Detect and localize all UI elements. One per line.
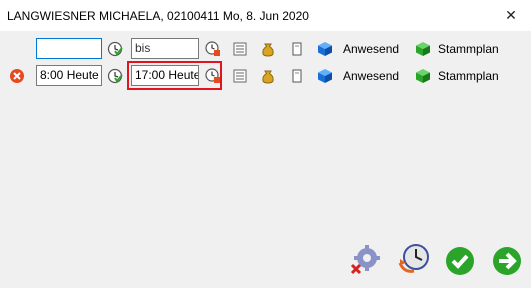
blue-cube-icon[interactable] — [317, 41, 333, 57]
from-time-input[interactable]: 8:00 Heute — [36, 65, 102, 86]
from-time-input[interactable] — [36, 38, 102, 59]
check-icon — [446, 247, 474, 275]
settings-cancel-button[interactable] — [350, 243, 382, 275]
status-label: Anwesend — [343, 42, 400, 56]
time-entry-row-2: 8:00 Heute 17:00 Heute Anwesend Stammpla… — [0, 61, 531, 90]
green-cube-icon[interactable] — [415, 68, 431, 84]
clock-check-icon[interactable] — [107, 68, 123, 84]
green-cube-icon[interactable] — [415, 41, 431, 57]
money-bag-icon[interactable] — [260, 68, 276, 84]
clock-stop-icon[interactable] — [205, 41, 221, 57]
status-label: Anwesend — [343, 69, 400, 83]
plan-label: Stammplan — [438, 69, 499, 83]
main-content: bis Anwesend Stammplan 8:00 Heute 17:00 … — [0, 31, 531, 288]
clock-stop-icon[interactable] — [205, 68, 221, 84]
to-time-input[interactable]: 17:00 Heute — [131, 65, 199, 86]
plan-label: Stammplan — [438, 42, 499, 56]
notes-icon[interactable] — [232, 41, 248, 57]
blue-cube-icon[interactable] — [317, 68, 333, 84]
time-entry-row-1: bis Anwesend Stammplan — [0, 37, 531, 61]
title-bar: LANGWIESNER MICHAELA, 02100411 Mo, 8. Ju… — [0, 0, 531, 31]
close-icon: ✕ — [505, 6, 517, 23]
delete-icon[interactable] — [9, 68, 25, 84]
money-bag-icon[interactable] — [260, 41, 276, 57]
clock-refresh-icon — [398, 244, 429, 273]
window-title: LANGWIESNER MICHAELA, 02100411 Mo, 8. Ju… — [7, 9, 309, 23]
next-button[interactable] — [491, 245, 523, 277]
time-reset-button[interactable] — [398, 243, 430, 275]
close-button[interactable]: ✕ — [500, 5, 522, 25]
arrow-right-icon — [493, 247, 521, 275]
clock-check-icon[interactable] — [107, 41, 123, 57]
to-time-input[interactable]: bis — [131, 38, 199, 59]
ok-button[interactable] — [444, 245, 476, 277]
document-icon[interactable] — [289, 41, 305, 57]
document-icon[interactable] — [289, 68, 305, 84]
notes-icon[interactable] — [232, 68, 248, 84]
